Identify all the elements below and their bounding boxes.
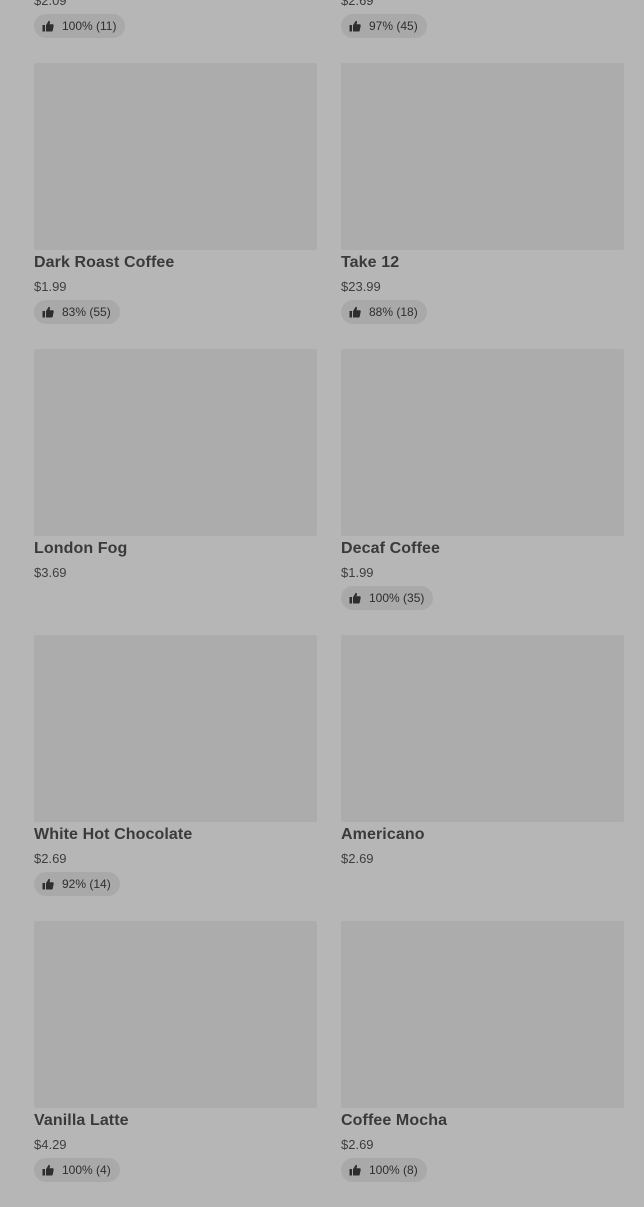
item-image[interactable] xyxy=(34,921,317,1108)
rating-text: 100% (4) xyxy=(62,1163,111,1177)
rating-badge: 83% (55) xyxy=(34,300,120,324)
item-name[interactable]: White Hot Chocolate xyxy=(34,826,192,844)
thumbs-up-icon xyxy=(349,20,361,32)
item-name[interactable]: Decaf Coffee xyxy=(341,540,440,558)
item-image[interactable] xyxy=(34,63,317,250)
item-name[interactable]: Dark Roast Coffee xyxy=(34,254,174,272)
item-price: $3.69 xyxy=(34,565,67,580)
item-name[interactable]: London Fog xyxy=(34,540,127,558)
menu-item-card[interactable]: Vanilla Latte $4.29 100% (4) xyxy=(34,921,317,1207)
menu-item-card[interactable]: $2.69 97% (45) xyxy=(341,0,624,63)
rating-text: 100% (35) xyxy=(369,591,425,605)
menu-item-card[interactable]: $2.09 100% (11) xyxy=(34,0,317,63)
thumbs-up-icon xyxy=(42,1164,54,1176)
item-image[interactable] xyxy=(341,63,624,250)
item-price: $2.09 xyxy=(34,0,67,8)
rating-text: 92% (14) xyxy=(62,877,111,891)
thumbs-up-icon xyxy=(42,20,54,32)
rating-badge: 100% (11) xyxy=(34,14,126,38)
item-image[interactable] xyxy=(341,349,624,536)
menu-item-card[interactable]: London Fog $3.69 xyxy=(34,349,317,635)
menu-item-card[interactable]: Americano $2.69 xyxy=(341,635,624,921)
item-price: $2.69 xyxy=(341,1137,374,1152)
rating-text: 83% (55) xyxy=(62,305,111,319)
item-name[interactable]: Take 12 xyxy=(341,254,399,272)
item-image[interactable] xyxy=(34,349,317,536)
rating-badge: 100% (4) xyxy=(34,1158,120,1182)
thumbs-up-icon xyxy=(42,878,54,890)
menu-item-card[interactable]: White Hot Chocolate $2.69 92% (14) xyxy=(34,635,317,921)
menu-item-grid: $2.09 100% (11) $2.69 97% (45) Dark Roas… xyxy=(34,0,624,1207)
thumbs-up-icon xyxy=(42,306,54,318)
item-price: $1.99 xyxy=(341,565,374,580)
item-price: $23.99 xyxy=(341,279,381,294)
rating-text: 100% (11) xyxy=(62,19,117,33)
item-name[interactable]: Coffee Mocha xyxy=(341,1112,447,1130)
menu-item-card[interactable]: Decaf Coffee $1.99 100% (35) xyxy=(341,349,624,635)
rating-badge: 92% (14) xyxy=(34,872,120,896)
thumbs-up-icon xyxy=(349,306,361,318)
thumbs-up-icon xyxy=(349,1164,361,1176)
item-price: $2.69 xyxy=(341,0,374,8)
thumbs-up-icon xyxy=(349,592,361,604)
menu-item-card[interactable]: Dark Roast Coffee $1.99 83% (55) xyxy=(34,63,317,349)
rating-text: 100% (8) xyxy=(369,1163,418,1177)
rating-text: 88% (18) xyxy=(369,305,418,319)
item-price: $1.99 xyxy=(34,279,67,294)
menu-item-card[interactable]: Take 12 $23.99 88% (18) xyxy=(341,63,624,349)
menu-item-card[interactable]: Coffee Mocha $2.69 100% (8) xyxy=(341,921,624,1207)
item-price: $2.69 xyxy=(34,851,67,866)
rating-badge: 88% (18) xyxy=(341,300,427,324)
item-price: $4.29 xyxy=(34,1137,67,1152)
rating-badge: 100% (35) xyxy=(341,586,434,610)
item-name[interactable]: Vanilla Latte xyxy=(34,1112,129,1130)
item-price: $2.69 xyxy=(341,851,374,866)
item-image[interactable] xyxy=(34,635,317,822)
item-image[interactable] xyxy=(341,635,624,822)
item-image[interactable] xyxy=(341,921,624,1108)
item-name[interactable]: Americano xyxy=(341,826,425,844)
rating-badge: 100% (8) xyxy=(341,1158,427,1182)
rating-text: 97% (45) xyxy=(369,19,418,33)
rating-badge: 97% (45) xyxy=(341,14,427,38)
